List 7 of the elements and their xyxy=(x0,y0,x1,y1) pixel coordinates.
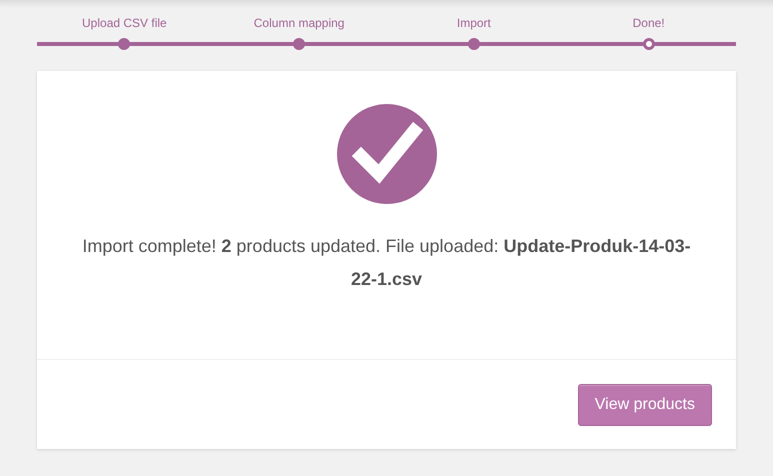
checkmark-icon xyxy=(336,104,436,204)
step-label: Done! xyxy=(632,16,665,30)
view-products-button[interactable]: View products xyxy=(578,384,712,426)
step-label: Column mapping xyxy=(254,16,344,30)
step-label: Import xyxy=(456,16,491,30)
step-label: Upload CSV file xyxy=(82,16,167,30)
import-message: Import complete! 2 products updated. File uploaded: Update-Produk-14-03-22-1.csv xyxy=(82,235,692,291)
